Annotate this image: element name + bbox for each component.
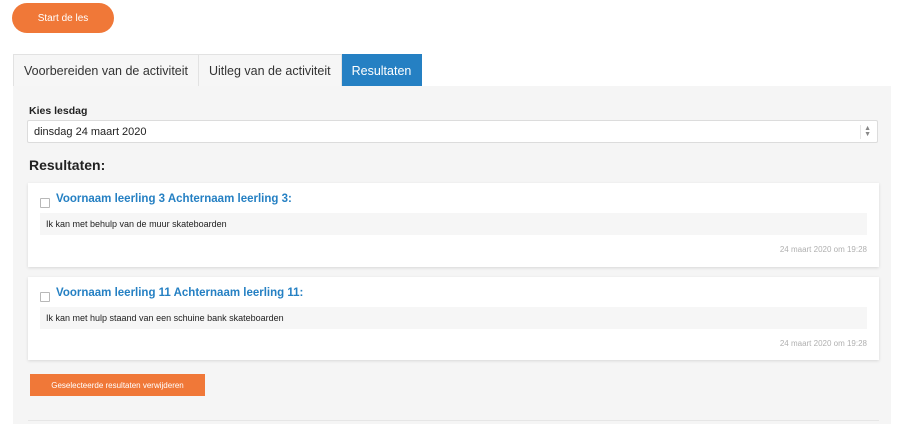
day-select-value: dinsdag 24 maart 2020 (34, 125, 147, 138)
result-text: Ik kan met hulp staand van een schuine b… (40, 307, 867, 329)
tab-resultaten[interactable]: Resultaten (341, 54, 423, 92)
day-select-label: Kies lesdag (29, 105, 88, 117)
page: Start de les Voorbereiden van de activit… (0, 0, 897, 424)
select-arrows-icon: ▲ ▼ (860, 125, 871, 139)
start-lesson-button[interactable]: Start de les (12, 3, 114, 33)
result-card: Voornaam leerling 11 Achternaam leerling… (28, 277, 879, 360)
result-timestamp: 24 maart 2020 om 19:28 (779, 245, 867, 254)
result-text: Ik kan met behulp van de muur skateboard… (40, 213, 867, 235)
student-name-link[interactable]: Voornaam leerling 3 Achternaam leerling … (56, 193, 292, 205)
student-name-link[interactable]: Voornaam leerling 11 Achternaam leerling… (56, 287, 303, 299)
result-checkbox[interactable] (40, 292, 50, 302)
delete-selected-results-button[interactable]: Geselecteerde resultaten verwijderen (30, 374, 205, 396)
tab-bar: Voorbereiden van de activiteit Uitleg va… (13, 54, 423, 92)
result-card: Voornaam leerling 3 Achternaam leerling … (28, 183, 879, 267)
results-panel: Kies lesdag dinsdag 24 maart 2020 ▲ ▼ Res… (13, 86, 891, 424)
day-select[interactable]: dinsdag 24 maart 2020 ▲ ▼ (27, 120, 878, 143)
result-checkbox[interactable] (40, 198, 50, 208)
tab-voorbereiden[interactable]: Voorbereiden van de activiteit (13, 54, 199, 86)
tab-resultaten-label: Resultaten (351, 63, 412, 78)
result-timestamp: 24 maart 2020 om 19:28 (779, 339, 867, 348)
tab-uitleg[interactable]: Uitleg van de activiteit (199, 54, 342, 86)
results-title: Resultaten: (29, 157, 106, 173)
divider (28, 420, 879, 421)
